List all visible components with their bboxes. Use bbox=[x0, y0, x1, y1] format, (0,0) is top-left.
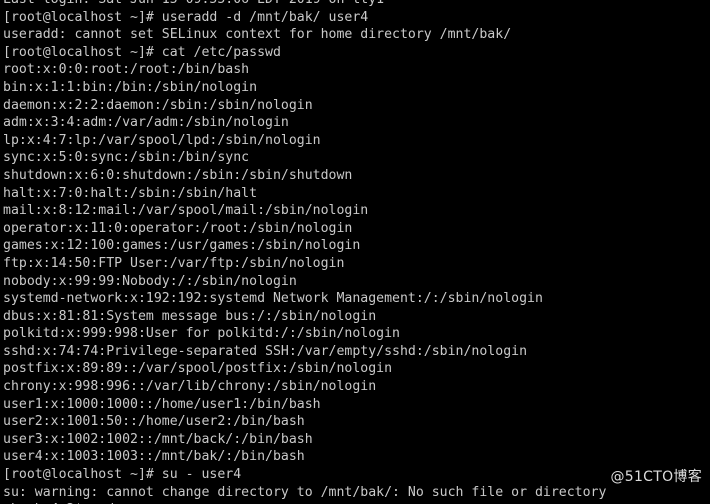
terminal-line: shutdown:x:6:0:shutdown:/sbin:/sbin/shut… bbox=[3, 167, 353, 183]
terminal-line: user1:x:1000:1000::/home/user1:/bin/bash bbox=[3, 396, 321, 412]
terminal-line: halt:x:7:0:halt:/sbin:/sbin/halt bbox=[3, 185, 258, 201]
terminal-line: user2:x:1001:50::/home/user2:/bin/bash bbox=[3, 414, 305, 430]
terminal-line: dbus:x:81:81:System message bus:/:/sbin/… bbox=[3, 308, 377, 324]
watermark-label: @51CTO博客 bbox=[610, 469, 702, 486]
terminal-line: mail:x:8:12:mail:/var/spool/mail:/sbin/n… bbox=[3, 203, 369, 219]
terminal-line: root:x:0:0:root:/root:/bin/bash bbox=[3, 62, 250, 78]
terminal-line: [root@localhost ~]# cat /etc/passwd bbox=[3, 44, 281, 60]
terminal-line: postfix:x:89:89::/var/spool/postfix:/sbi… bbox=[3, 361, 393, 377]
terminal-line: sync:x:5:0:sync:/sbin:/bin/sync bbox=[3, 150, 250, 166]
terminal-line: sshd:x:74:74:Privilege-separated SSH:/va… bbox=[3, 343, 528, 359]
terminal-line: systemd-network:x:192:192:systemd Networ… bbox=[3, 291, 543, 307]
terminal-line: user4:x:1003:1003::/mnt/bak/:/bin/bash bbox=[3, 449, 305, 465]
terminal-line: operator:x:11:0:operator:/root:/sbin/nol… bbox=[3, 220, 353, 236]
terminal-line: ftp:x:14:50:FTP User:/var/ftp:/sbin/nolo… bbox=[3, 255, 345, 271]
terminal-line: chrony:x:998:996::/var/lib/chrony:/sbin/… bbox=[3, 379, 377, 395]
terminal-line: lp:x:4:7:lp:/var/spool/lpd:/sbin/nologin bbox=[3, 132, 321, 148]
terminal-line: games:x:12:100:games:/usr/games:/sbin/no… bbox=[3, 238, 361, 254]
terminal-line: useradd: cannot set SELinux context for … bbox=[3, 27, 512, 43]
terminal-line: daemon:x:2:2:daemon:/sbin:/sbin/nologin bbox=[3, 97, 313, 113]
terminal-line: bin:x:1:1:bin:/bin:/sbin/nologin bbox=[3, 79, 258, 95]
terminal-line: su: warning: cannot change directory to … bbox=[3, 484, 607, 500]
terminal-line: [root@localhost ~]# su - user4 bbox=[3, 467, 242, 483]
terminal-line: polkitd:x:999:998:User for polkitd:/:/sb… bbox=[3, 326, 400, 342]
terminal-window[interactable]: Last login: Sat Jun 15 09:55:06 EDT 2019… bbox=[0, 0, 710, 504]
terminal-line: [root@localhost ~]# useradd -d /mnt/bak/… bbox=[3, 9, 369, 25]
terminal-line: user3:x:1002:1002::/mnt/back/:/bin/bash bbox=[3, 431, 313, 447]
terminal-screen[interactable]: Last login: Sat Jun 15 09:55:06 EDT 2019… bbox=[3, 0, 710, 504]
terminal-line: adm:x:3:4:adm:/var/adm:/sbin/nologin bbox=[3, 115, 289, 131]
terminal-line: nobody:x:99:99:Nobody:/:/sbin/nologin bbox=[3, 273, 297, 289]
terminal-line: Last login: Sat Jun 15 09:55:06 EDT 2019… bbox=[3, 0, 710, 9]
